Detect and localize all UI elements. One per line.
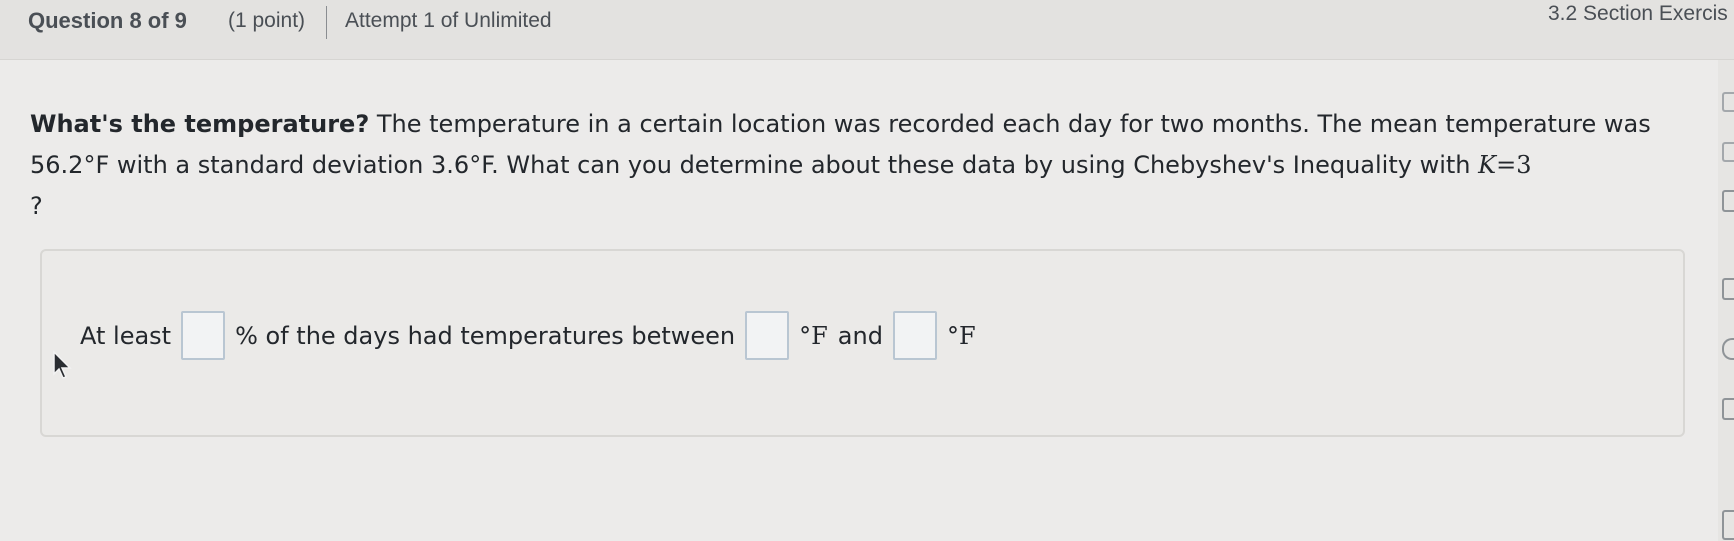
question-points: (1 point) <box>228 9 306 32</box>
answer-prefix: At least <box>80 321 172 350</box>
header-divider <box>326 6 327 39</box>
side-toolbar <box>1718 60 1734 541</box>
question-body-a: The temperature in a certain location wa… <box>369 110 1651 138</box>
list-icon[interactable] <box>1722 190 1734 212</box>
question-mark: ? <box>30 192 43 220</box>
question-body-b: with a standard deviation <box>109 151 432 179</box>
question-body-c: . What can you determine about these dat… <box>491 151 1479 179</box>
question-number: Question 8 of 9 <box>28 8 187 33</box>
back-icon[interactable] <box>1722 142 1734 162</box>
lower-temp-input[interactable] <box>745 311 790 360</box>
k-variable: K <box>1478 151 1497 179</box>
help-icon[interactable] <box>1722 338 1734 360</box>
percent-input[interactable] <box>181 311 226 360</box>
document-icon[interactable] <box>1722 278 1734 300</box>
sd-value: 3.6°F <box>431 151 492 179</box>
print-icon[interactable] <box>1722 510 1734 540</box>
question-title: What's the temperature? <box>30 110 370 138</box>
answer-row: At least % of the days had temperatures … <box>80 311 976 360</box>
upper-temp-input[interactable] <box>892 311 937 360</box>
mouse-cursor-icon <box>52 350 74 384</box>
answer-panel: At least % of the days had temperatures … <box>40 249 1685 437</box>
calculator-icon[interactable] <box>1722 398 1734 420</box>
collapse-icon[interactable] <box>1722 92 1734 112</box>
section-title[interactable]: 3.2 Section Exercis <box>1548 2 1728 26</box>
answer-percent-text: % of the days had temperatures between <box>235 321 736 350</box>
k-equals: =3 <box>1496 151 1532 179</box>
attempt-counter: Attempt 1 of Unlimited <box>345 9 552 32</box>
upper-unit: °F <box>946 321 976 350</box>
question-text: What's the temperature? The temperature … <box>30 104 1690 227</box>
question-header: Question 8 of 9 (1 point) Attempt 1 of U… <box>0 0 1734 60</box>
and-text: and <box>837 321 883 350</box>
mean-value: 56.2°F <box>30 151 110 179</box>
lower-unit: °F <box>799 321 828 350</box>
